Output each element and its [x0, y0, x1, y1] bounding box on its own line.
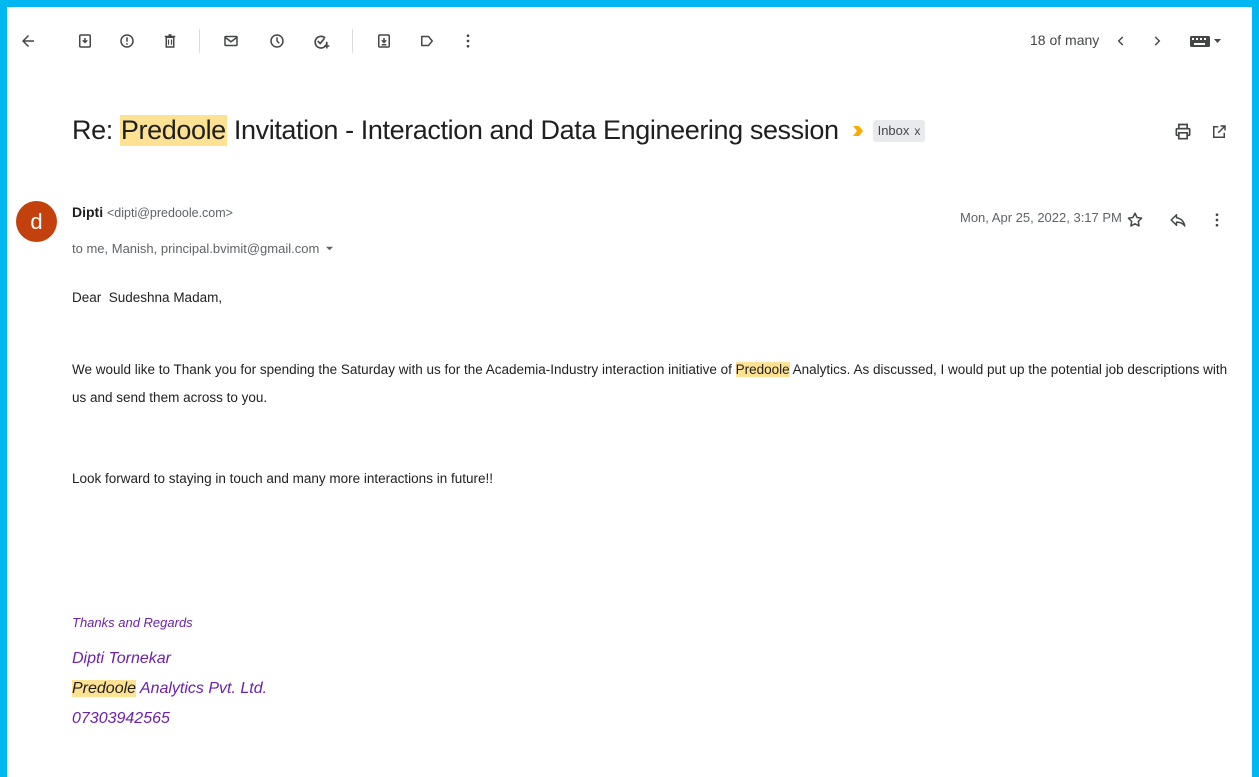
subject-highlight: Predoole	[119, 115, 227, 146]
signature-regards: Thanks and Regards	[72, 615, 193, 630]
newer-chevron-icon[interactable]	[1110, 30, 1132, 52]
email-date: Mon, Apr 25, 2022, 3:17 PM	[960, 210, 1122, 225]
para1-text-before: We would like to Thank you for spending …	[72, 362, 736, 377]
input-tools-keyboard-icon[interactable]	[1187, 30, 1225, 52]
report-spam-icon[interactable]	[116, 30, 138, 52]
reply-icon[interactable]	[1167, 209, 1189, 231]
back-arrow-icon[interactable]	[17, 30, 39, 52]
remove-label-button[interactable]: x	[914, 124, 920, 138]
avatar-letter: d	[30, 208, 43, 234]
mark-unread-icon[interactable]	[220, 30, 242, 52]
subject-rest: Invitation - Interaction and Data Engine…	[226, 115, 839, 145]
email-greeting: Dear Sudeshna Madam,	[72, 290, 223, 305]
email-subject: Re: Predoole Invitation - Interaction an…	[72, 115, 926, 146]
signature-company-rest: Analytics Pvt. Ltd.	[136, 680, 268, 697]
signature-name: Dipti Tornekar	[72, 650, 172, 667]
email-view: 18 of many Re: Predoole Invitation - Int…	[7, 7, 1252, 777]
message-counter: 18 of many	[1030, 32, 1100, 48]
message-more-icon[interactable]	[1206, 209, 1228, 231]
sender-line: Dipti <dipti@predoole.com>	[72, 204, 233, 220]
sender-avatar[interactable]: d	[16, 201, 57, 242]
signature-phone[interactable]: 07303942565	[72, 710, 170, 728]
subject-prefix: Re:	[72, 115, 120, 145]
sender-email: <dipti@predoole.com>	[107, 206, 233, 220]
email-paragraph-2: Look forward to staying in touch and man…	[72, 471, 493, 486]
inbox-label-chip[interactable]: Inbox x	[872, 119, 926, 142]
recipients-text: to me, Manish, principal.bvimit@gmail.co…	[72, 241, 320, 256]
recipients-line: to me, Manish, principal.bvimit@gmail.co…	[72, 241, 334, 256]
signature-company: Predoole Analytics Pvt. Ltd.	[72, 680, 267, 698]
sender-name[interactable]: Dipti	[72, 204, 103, 220]
star-icon[interactable]	[1124, 209, 1146, 231]
label-icon[interactable]	[416, 30, 438, 52]
delete-icon[interactable]	[159, 30, 181, 52]
add-to-tasks-icon[interactable]	[310, 30, 332, 52]
move-to-icon[interactable]	[373, 30, 395, 52]
older-chevron-icon[interactable]	[1146, 30, 1168, 52]
snooze-clock-icon[interactable]	[266, 30, 288, 52]
archive-icon[interactable]	[74, 30, 96, 52]
print-icon[interactable]	[1172, 121, 1194, 143]
inbox-label-text: Inbox	[877, 123, 910, 138]
show-details-dropdown-icon[interactable]	[325, 244, 334, 253]
importance-marker-icon[interactable]	[851, 124, 865, 138]
more-vertical-icon[interactable]	[457, 30, 479, 52]
para1-highlight: Predoole	[735, 362, 790, 377]
signature-company-highlight: Predoole	[72, 680, 137, 697]
open-in-new-window-icon[interactable]	[1208, 121, 1230, 143]
email-paragraph-1: We would like to Thank you for spending …	[72, 356, 1232, 412]
toolbar-divider	[199, 29, 200, 53]
toolbar-divider	[352, 29, 353, 53]
